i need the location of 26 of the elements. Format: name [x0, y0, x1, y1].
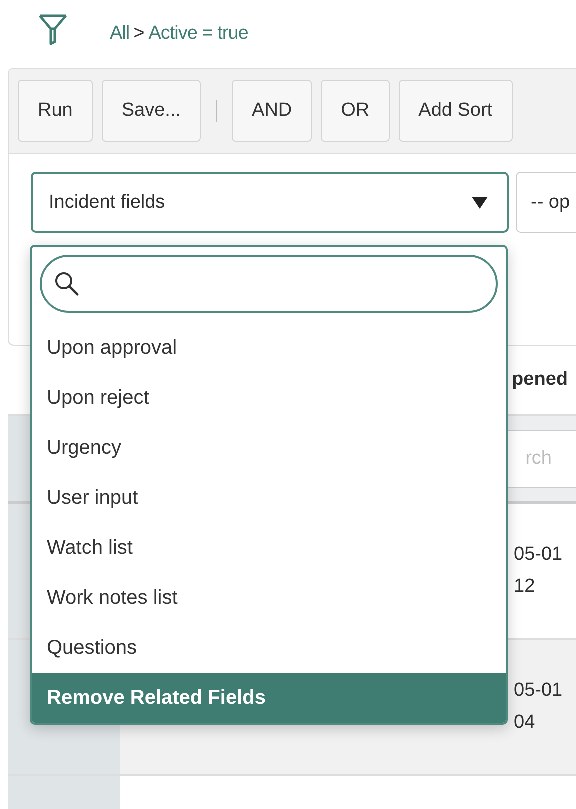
table-cell-text: 05-01: [514, 544, 564, 566]
toolbar-button[interactable]: AND: [232, 80, 312, 142]
toolbar-button[interactable]: Run: [18, 80, 93, 142]
menu-item[interactable]: Remove Related Fields: [32, 673, 506, 723]
operator-select[interactable]: -- op: [516, 172, 576, 233]
field-select[interactable]: Incident fields: [31, 172, 509, 233]
search-field[interactable]: [40, 255, 498, 313]
search-icon: [54, 271, 80, 297]
toolbar-button[interactable]: Add Sort: [398, 80, 513, 142]
menu-item[interactable]: Upon reject: [32, 373, 506, 423]
table-cell-text: 04: [514, 712, 536, 734]
menu-item[interactable]: Questions: [32, 623, 506, 673]
menu-item[interactable]: Watch list: [32, 523, 506, 573]
dropdown-arrow-icon: [471, 196, 489, 210]
toolbar-button[interactable]: OR: [321, 80, 390, 142]
field-select-value: Incident fields: [49, 192, 166, 214]
filter-icon: [38, 13, 68, 47]
breadcrumb-link[interactable]: All: [110, 23, 130, 45]
breadcrumb-link[interactable]: Active = true: [148, 23, 248, 45]
table-cell-text: 12: [514, 576, 536, 598]
breadcrumb-separator: >: [134, 23, 145, 45]
table-cell-text: 05-01: [514, 680, 564, 702]
column-header[interactable]: pened: [512, 369, 576, 391]
toolbar-button[interactable]: Save...: [102, 80, 202, 142]
menu-item[interactable]: Work notes list: [32, 573, 506, 623]
menu-item[interactable]: Upon approval: [32, 323, 506, 373]
